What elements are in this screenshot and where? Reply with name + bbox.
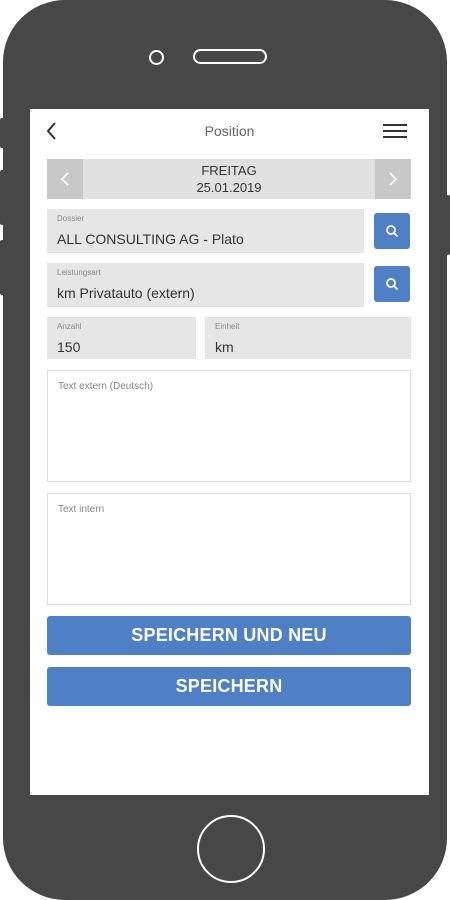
anzahl-field[interactable]: Anzahl 150 <box>47 317 196 359</box>
next-day-button[interactable] <box>375 159 411 199</box>
menu-icon[interactable] <box>383 124 407 140</box>
date-value: 25.01.2019 <box>196 180 262 195</box>
einheit-value: km <box>215 339 234 355</box>
einheit-label: Einheit <box>215 322 240 331</box>
volume-down-button <box>0 240 4 295</box>
home-button[interactable] <box>197 815 265 883</box>
text-intern-label: Text intern <box>58 504 105 515</box>
save-and-new-button[interactable]: SPEICHERN UND NEU <box>47 616 411 655</box>
text-extern-label: Text extern (Deutsch) <box>58 381 154 392</box>
anzahl-label: Anzahl <box>57 322 82 331</box>
speaker <box>193 49 267 64</box>
leistungsart-field[interactable]: Leistungsart km Privatauto (extern) <box>47 263 364 307</box>
dossier-label: Dossier <box>57 214 85 223</box>
text-extern-textarea[interactable]: Text extern (Deutsch) <box>47 370 411 482</box>
dossier-value: ALL CONSULTING AG - Plato <box>57 231 244 247</box>
date-day: FREITAG <box>201 163 257 178</box>
leistungsart-search-button[interactable] <box>374 266 410 302</box>
mute-switch <box>0 118 4 148</box>
dossier-search-button[interactable] <box>374 213 410 249</box>
save-button[interactable]: SPEICHERN <box>47 667 411 706</box>
dossier-field[interactable]: Dossier ALL CONSULTING AG - Plato <box>47 209 364 253</box>
camera <box>149 50 164 65</box>
einheit-field[interactable]: Einheit km <box>205 317 411 359</box>
chevron-right-icon <box>389 172 398 186</box>
search-icon <box>386 225 399 238</box>
app-screen: Position FREITAG 25.01.2019 Dossier ALL … <box>30 109 429 795</box>
anzahl-value: 150 <box>57 339 81 355</box>
leistungsart-label: Leistungsart <box>57 268 101 277</box>
leistungsart-value: km Privatauto (extern) <box>57 285 195 301</box>
text-intern-textarea[interactable]: Text intern <box>47 493 411 605</box>
date-navigator: FREITAG 25.01.2019 <box>47 159 411 199</box>
search-icon <box>386 278 399 291</box>
page-title: Position <box>204 123 255 139</box>
phone-frame: Position FREITAG 25.01.2019 Dossier ALL … <box>3 0 447 900</box>
power-button <box>446 195 450 255</box>
volume-up-button <box>0 170 4 225</box>
